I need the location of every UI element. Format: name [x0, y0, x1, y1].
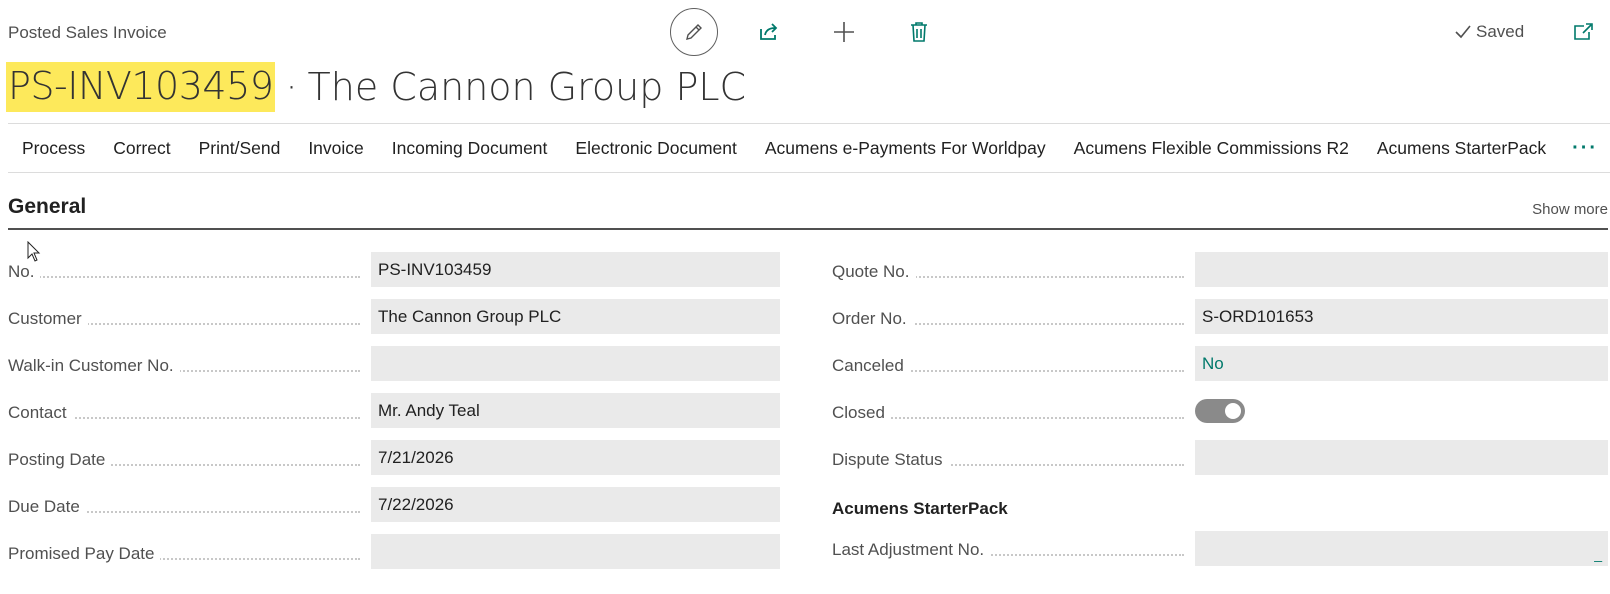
delete-button[interactable] [895, 8, 943, 56]
action-invoice[interactable]: Invoice [294, 138, 377, 159]
field-closed: Closed [832, 393, 1608, 440]
field-value[interactable]: No [1195, 346, 1608, 381]
field-label: Order No. [832, 309, 913, 329]
field-label: No. [8, 262, 41, 282]
field-label: Quote No. [832, 262, 916, 282]
title-customer-name: The Cannon Group PLC [307, 65, 747, 109]
field-value[interactable]: 7/22/2026 [371, 487, 780, 522]
field-label: Contact [8, 403, 73, 423]
new-icon [834, 22, 854, 42]
field-value[interactable] [371, 534, 780, 569]
group-title: Acumens StarterPack [832, 499, 1008, 518]
field-label: Posting Date [8, 450, 112, 470]
closed-toggle[interactable] [1195, 399, 1245, 423]
action-electronic-document[interactable]: Electronic Document [561, 138, 750, 159]
share-button[interactable] [745, 8, 793, 56]
field-value[interactable]: Mr. Andy Teal [371, 393, 780, 428]
more-actions-icon[interactable]: ··· [1560, 137, 1610, 160]
toggle-knob [1225, 403, 1241, 419]
field-label: Canceled [832, 356, 910, 376]
field-value[interactable]: The Cannon Group PLC [371, 299, 780, 334]
field-walk-in-customer-no: Walk-in Customer No. [8, 346, 782, 393]
new-button[interactable] [820, 8, 868, 56]
section-title[interactable]: General [8, 195, 86, 219]
field-due-date: Due Date 7/22/2026 [8, 487, 782, 534]
field-value[interactable] [1195, 440, 1608, 475]
field-value[interactable]: 7/21/2026 [371, 440, 780, 475]
lookup-indicator: _ [1594, 546, 1602, 562]
field-value[interactable] [1195, 252, 1608, 287]
saved-status: Saved [1454, 22, 1524, 42]
share-icon [760, 23, 778, 40]
field-label: Customer [8, 309, 88, 329]
general-section-header: General Show more [8, 195, 1608, 230]
field-canceled: Canceled No [832, 346, 1608, 393]
field-label: Walk-in Customer No. [8, 356, 180, 376]
field-dispute-status: Dispute Status [832, 440, 1608, 487]
field-last-adjustment-no: Last Adjustment No. _ [832, 531, 1608, 579]
acumens-starterpack-group: Acumens StarterPack [832, 487, 1608, 532]
general-left-column: No. PS-INV103459 Customer The Cannon Gro… [8, 252, 782, 581]
delete-icon [911, 22, 927, 42]
field-value[interactable]: S-ORD101653 [1195, 299, 1608, 334]
action-incoming-document[interactable]: Incoming Document [378, 138, 562, 159]
field-value[interactable] [371, 346, 780, 381]
field-label: Last Adjustment No. [832, 540, 991, 560]
page-title: PS-INV103459 · The Cannon Group PLC [6, 57, 746, 117]
field-promised-pay-date: Promised Pay Date [8, 534, 782, 581]
field-value[interactable]: _ [1195, 531, 1608, 566]
saved-label: Saved [1476, 22, 1525, 41]
mouse-pointer-icon [27, 241, 41, 262]
edit-button[interactable] [670, 8, 718, 56]
field-customer: Customer The Cannon Group PLC [8, 299, 782, 346]
field-leader [8, 276, 360, 278]
field-quote-no: Quote No. [832, 252, 1608, 299]
field-label: Promised Pay Date [8, 544, 161, 564]
checkmark-icon [1455, 25, 1471, 39]
edit-icon [686, 24, 702, 40]
title-document-no: PS-INV103459 [6, 62, 276, 112]
action-acumens-flexible-commissions[interactable]: Acumens Flexible Commissions R2 [1060, 138, 1363, 159]
field-no: No. PS-INV103459 [8, 252, 782, 299]
title-separator: · [285, 65, 298, 109]
general-right-column: Quote No. Order No. S-ORD101653 Canceled… [832, 252, 1608, 579]
page-toolbar [0, 8, 1610, 58]
action-acumens-starterpack[interactable]: Acumens StarterPack [1363, 138, 1560, 159]
field-contact: Contact Mr. Andy Teal [8, 393, 782, 440]
open-new-window-icon [1574, 23, 1593, 40]
action-correct[interactable]: Correct [99, 138, 184, 159]
field-label: Due Date [8, 497, 86, 517]
field-label: Closed [832, 403, 891, 423]
field-label: Dispute Status [832, 450, 949, 470]
open-new-window-button[interactable] [1570, 20, 1596, 44]
action-print-send[interactable]: Print/Send [185, 138, 295, 159]
field-order-no: Order No. S-ORD101653 [832, 299, 1608, 346]
show-more-link[interactable]: Show more [1532, 201, 1608, 218]
action-acumens-e-payments[interactable]: Acumens e-Payments For Worldpay [751, 138, 1060, 159]
action-process[interactable]: Process [8, 138, 99, 159]
action-bar: Process Correct Print/Send Invoice Incom… [8, 123, 1610, 173]
field-posting-date: Posting Date 7/21/2026 [8, 440, 782, 487]
field-value[interactable]: PS-INV103459 [371, 252, 780, 287]
